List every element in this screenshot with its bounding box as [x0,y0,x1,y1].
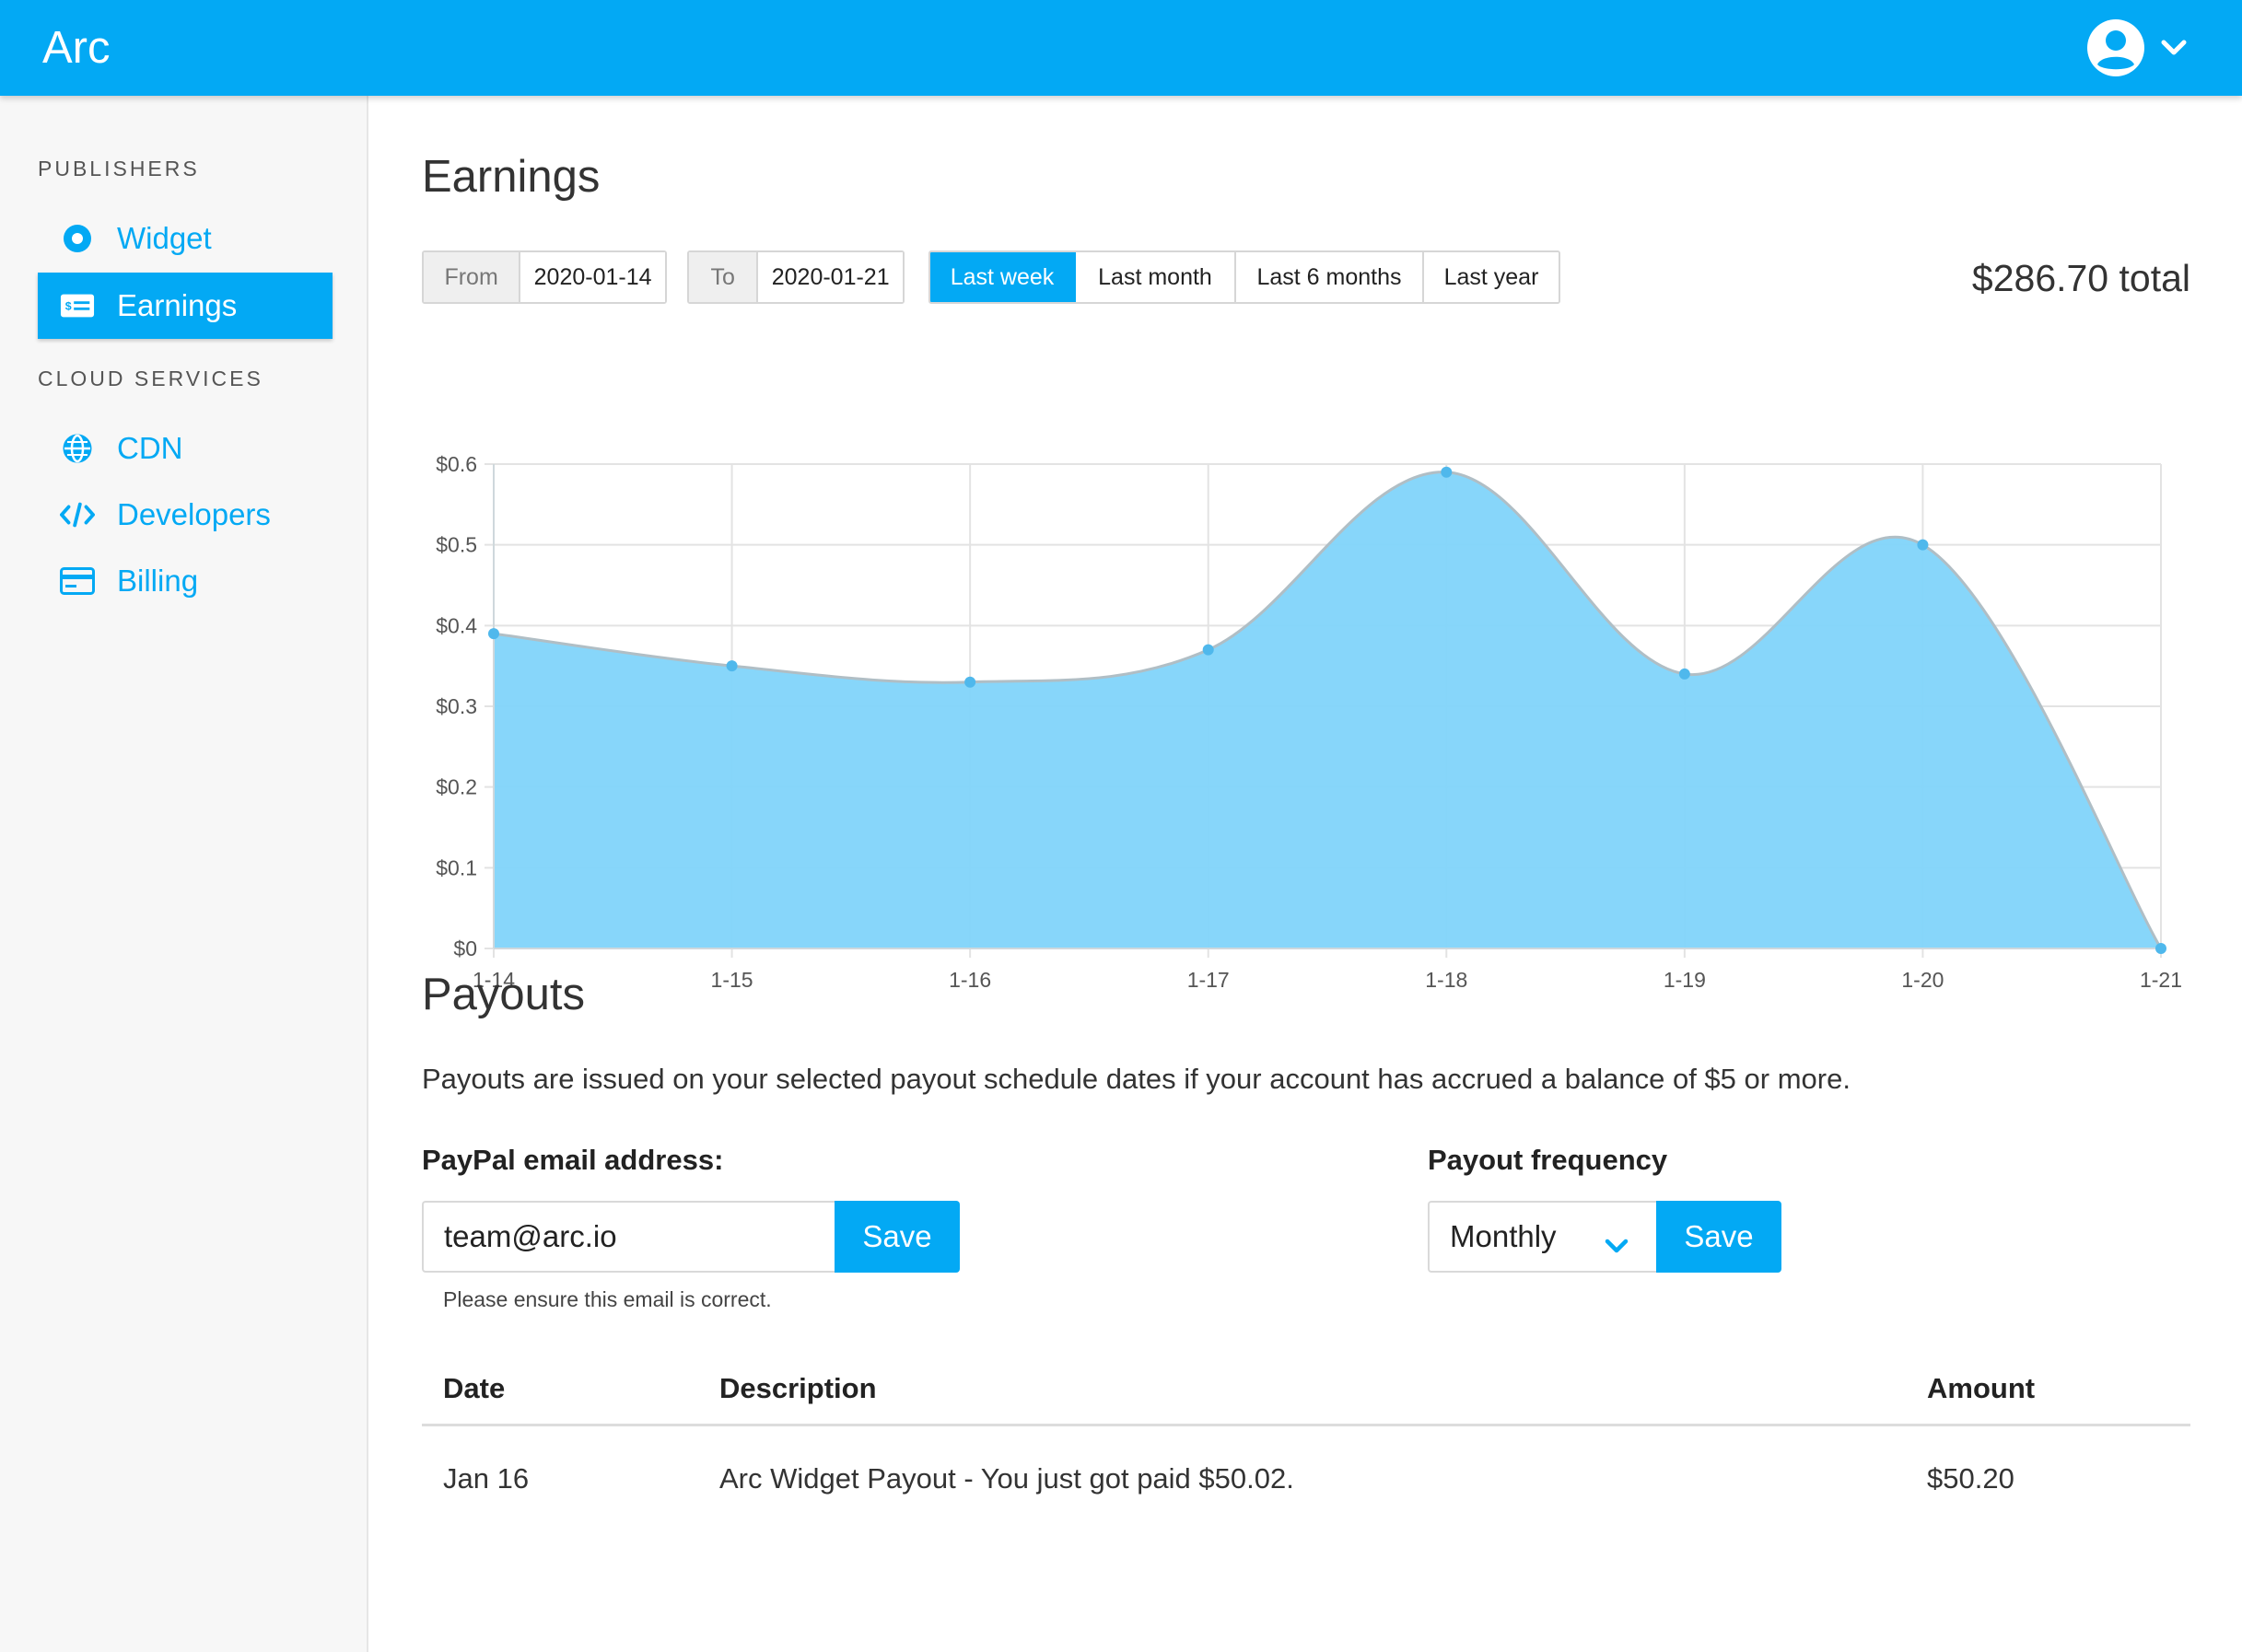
sidebar-item-label: Earnings [117,288,238,322]
to-date-input[interactable]: 2020-01-21 [758,252,903,302]
paypal-help-text: Please ensure this email is correct. [443,1287,772,1311]
frequency-save-button[interactable]: Save [1656,1201,1781,1273]
table-header-divider [422,1424,2190,1426]
y-tick-label: $0.1 [436,855,477,879]
to-label: To [689,252,759,302]
from-date-input[interactable]: 2020-01-14 [520,252,665,302]
x-tick-label: 1-21 [2140,968,2182,992]
data-point [726,660,738,672]
sidebar-item-label: Widget [117,221,212,255]
payouts-description: Payouts are issued on your selected payo… [422,1063,1851,1095]
payout-date: Jan 16 [443,1462,530,1495]
range-last-week-button[interactable]: Last week [930,252,1076,302]
payout-frequency-select[interactable]: Monthly [1428,1201,1656,1273]
sidebar-item-cdn[interactable]: CDN [38,415,333,482]
data-point [1917,539,1929,551]
payout-frequency-label: Payout frequency [1428,1144,1668,1176]
payout-frequency-value: Monthly [1450,1219,1557,1253]
payout-amount: $50.20 [1927,1462,2014,1495]
x-tick-label: 1-19 [1664,968,1706,992]
sidebar-heading-cloud-services: CLOUD SERVICES [38,366,263,390]
sidebar-item-developers[interactable]: Developers [38,482,333,548]
payout-description: Arc Widget Payout - You just got paid $5… [719,1462,1294,1495]
sidebar-item-earnings[interactable]: $ Earnings [38,273,333,339]
range-last-month-button[interactable]: Last month [1076,252,1236,302]
main-content: Earnings From 2020-01-14 To 2020-01-21 L… [422,96,2190,1652]
y-tick-label: $0.2 [436,775,477,799]
column-header-date: Date [443,1372,506,1404]
earnings-total: $286.70 total [1971,257,2190,299]
data-point [1202,644,1214,656]
paypal-email-label: PayPal email address: [422,1144,724,1176]
paypal-email-input[interactable]: team@arc.io [422,1201,835,1273]
data-point [964,676,976,688]
app-title[interactable]: Arc [42,20,111,76]
from-label: From [424,252,521,302]
column-header-amount: Amount [1927,1372,2036,1404]
x-tick-label: 1-17 [1187,968,1230,992]
data-point [2155,943,2166,954]
y-tick-label: $0.5 [436,533,477,557]
to-date-field[interactable]: To 2020-01-21 [687,250,905,304]
range-last-6-months-button[interactable]: Last 6 months [1236,252,1424,302]
y-tick-label: $0.4 [436,613,477,637]
sidebar-item-label: Developers [117,497,271,531]
from-date-field[interactable]: From 2020-01-14 [422,250,667,304]
code-icon [60,497,95,532]
earnings-title: Earnings [422,152,601,202]
globe-icon [60,431,95,466]
account-circle-icon [2085,17,2146,78]
x-tick-label: 1-16 [949,968,991,992]
data-point [1441,466,1453,478]
money-icon: $ [60,288,95,323]
range-last-year-button[interactable]: Last year [1424,252,1559,302]
radio-icon [60,221,95,256]
x-tick-label: 1-18 [1425,968,1467,992]
y-tick-label: $0.3 [436,694,477,718]
user-menu-button[interactable] [2085,17,2205,79]
chevron-down-icon [1605,1227,1629,1262]
paypal-save-button[interactable]: Save [835,1201,960,1273]
top-app-bar: Arc [0,0,2242,96]
y-tick-label: $0.6 [436,452,477,476]
sidebar-item-label: CDN [117,431,183,465]
y-tick-label: $0 [453,937,477,960]
sidebar-item-label: Billing [117,564,199,598]
data-point [488,628,499,640]
column-header-description: Description [719,1372,877,1404]
sidebar: PUBLISHERS Widget $ Earnings CLOUD SERVI… [0,96,368,1652]
payouts-title: Payouts [422,970,586,1019]
sidebar-item-widget[interactable]: Widget [38,205,333,272]
x-tick-label: 1-20 [1901,968,1944,992]
svg-text:$: $ [65,300,72,313]
data-point [1678,668,1690,680]
earnings-chart: $0$0.1$0.2$0.3$0.4$0.5$0.61-14 1-15 1-16 1-… [436,452,2182,992]
series-area [494,471,2161,948]
sidebar-item-billing[interactable]: Billing [38,548,333,614]
x-tick-label: 1-15 [711,968,753,992]
sidebar-heading-publishers: PUBLISHERS [38,157,200,180]
range-selector: Last week Last month Last 6 months Last … [928,250,1560,304]
credit-card-icon [60,564,95,599]
chevron-down-icon [2161,39,2187,57]
